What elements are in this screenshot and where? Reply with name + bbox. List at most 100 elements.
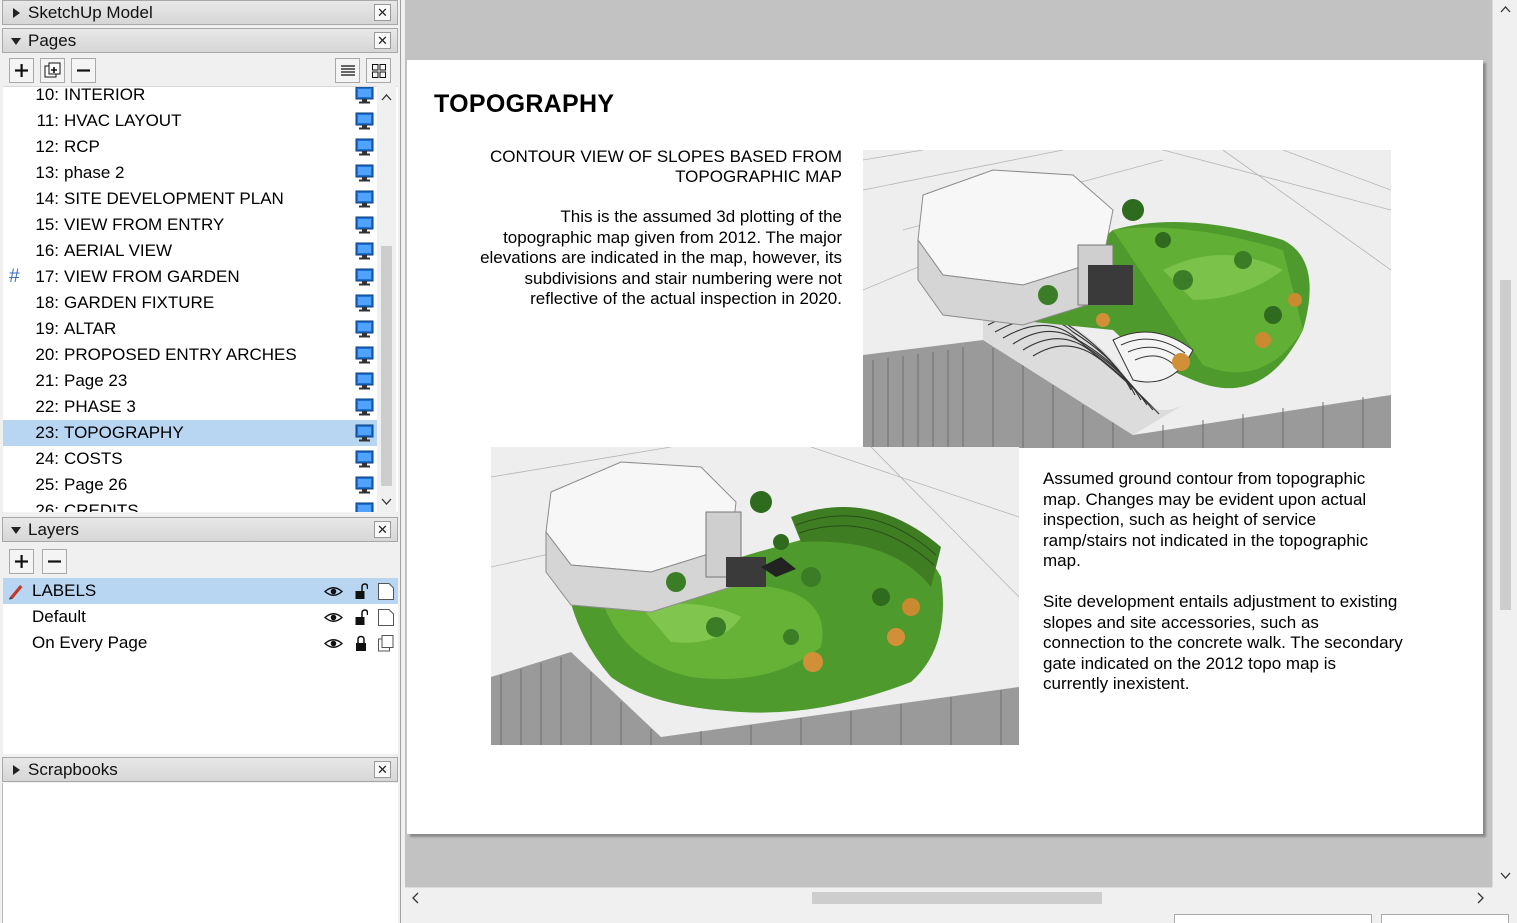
remove-layer-button[interactable] <box>42 549 67 574</box>
page-name: VIEW FROM ENTRY <box>64 215 225 234</box>
eye-icon[interactable] <box>324 634 343 653</box>
scene-monitor-icon[interactable] <box>355 398 374 416</box>
page-list-item[interactable]: 14: SITE DEVELOPMENT PLAN <box>3 186 377 212</box>
page-list-item[interactable]: 26: CREDITS <box>3 498 377 512</box>
add-layer-button[interactable] <box>9 549 34 574</box>
thumbnail-view-button[interactable] <box>366 58 391 83</box>
status-bar <box>401 907 1517 923</box>
scrapbooks-area <box>2 783 398 923</box>
update-page-icon <box>44 62 61 78</box>
page-number: 21: <box>35 371 59 390</box>
page-name: ALTAR <box>64 319 117 338</box>
scene-monitor-icon[interactable] <box>355 372 374 390</box>
scrapbooks-panel-header[interactable]: Scrapbooks ✕ <box>2 757 398 782</box>
eye-icon[interactable] <box>324 582 343 601</box>
pages-scrollbar[interactable] <box>377 86 396 512</box>
scene-monitor-icon[interactable] <box>355 294 374 312</box>
page-name: Page 23 <box>64 371 128 390</box>
page-icon[interactable] <box>376 582 395 601</box>
zoom-box[interactable] <box>1381 914 1509 923</box>
page-list-item[interactable]: 16: AERIAL VIEW <box>3 238 377 264</box>
page-list-item[interactable]: #17: VIEW FROM GARDEN <box>3 264 377 290</box>
layer-row-on-every-page[interactable]: On Every Page <box>3 630 398 656</box>
scene-monitor-icon[interactable] <box>355 242 374 260</box>
scene-monitor-icon[interactable] <box>355 138 374 156</box>
scene-monitor-icon[interactable] <box>355 268 374 286</box>
horizontal-scrollbar-graphic <box>412 892 1484 904</box>
page-name: RCP <box>64 137 100 156</box>
list-view-button[interactable] <box>335 58 360 83</box>
page-number: 10: <box>35 86 59 104</box>
page-number: 25: <box>35 475 59 494</box>
close-icon[interactable]: ✕ <box>374 761 391 778</box>
scene-monitor-icon[interactable] <box>355 424 374 442</box>
collapse-triangle-icon[interactable] <box>9 523 23 537</box>
scrollbar-graphic <box>381 94 392 505</box>
page-list-item[interactable]: 23: TOPOGRAPHY <box>3 420 377 446</box>
page-number: 18: <box>35 293 59 312</box>
layer-name: Default <box>32 607 86 626</box>
unlock-icon[interactable] <box>351 582 370 601</box>
plus-icon <box>15 555 28 568</box>
measurements-box[interactable] <box>1174 914 1372 923</box>
page-list-item[interactable]: 20: PROPOSED ENTRY ARCHES <box>3 342 377 368</box>
page-number: 17: <box>35 267 59 286</box>
layer-row-default[interactable]: Default <box>3 604 398 630</box>
update-page-button[interactable] <box>40 58 65 83</box>
right-description-text-1: Assumed ground contour from topographic … <box>1043 469 1369 571</box>
scene-monitor-icon[interactable] <box>355 86 374 104</box>
page-list-item[interactable]: 22: PHASE 3 <box>3 394 377 420</box>
pages-panel-header[interactable]: Pages ✕ <box>2 28 398 53</box>
document-viewport[interactable]: TOPOGRAPHY CONTOUR VIEW OF SLOPES BASED … <box>405 0 1492 887</box>
page-name: CREDITS <box>64 501 139 512</box>
layer-row-labels[interactable]: LABELS <box>3 578 398 604</box>
vertical-scrollbar[interactable] <box>1492 0 1517 887</box>
page-list-item[interactable]: 12: RCP <box>3 134 377 160</box>
page-name: VIEW FROM GARDEN <box>64 267 240 286</box>
scene-monitor-icon[interactable] <box>355 112 374 130</box>
page-number: 22: <box>35 397 59 416</box>
page-list-item[interactable]: 11: HVAC LAYOUT <box>3 108 377 134</box>
page-icon[interactable] <box>376 608 395 627</box>
remove-page-button[interactable] <box>71 58 96 83</box>
scene-monitor-icon[interactable] <box>355 476 374 494</box>
page-number: 15: <box>35 215 59 234</box>
close-icon[interactable]: ✕ <box>374 521 391 538</box>
scene-monitor-icon[interactable] <box>355 190 374 208</box>
close-icon[interactable]: ✕ <box>374 4 391 21</box>
minus-icon <box>48 560 61 563</box>
page-list-item[interactable]: 18: GARDEN FIXTURE <box>3 290 377 316</box>
scene-monitor-icon[interactable] <box>355 320 374 338</box>
page-sheet: TOPOGRAPHY CONTOUR VIEW OF SLOPES BASED … <box>407 60 1483 834</box>
scene-monitor-icon[interactable] <box>355 502 374 512</box>
collapse-triangle-icon[interactable] <box>9 34 23 48</box>
page-list-item[interactable]: 21: Page 23 <box>3 368 377 394</box>
sketchup-model-panel-header[interactable]: SketchUp Model ✕ <box>2 0 398 25</box>
page-list-item[interactable]: 25: Page 26 <box>3 472 377 498</box>
expand-triangle-icon[interactable] <box>9 6 23 20</box>
page-list-item[interactable]: 19: ALTAR <box>3 316 377 342</box>
page-list-item[interactable]: 10: INTERIOR <box>3 86 377 108</box>
lock-icon[interactable] <box>351 634 370 653</box>
page-title: TOPOGRAPHY <box>434 90 615 118</box>
scene-monitor-icon[interactable] <box>355 450 374 468</box>
scene-monitor-icon[interactable] <box>355 164 374 182</box>
unlock-icon[interactable] <box>351 608 370 627</box>
page-number: 23: <box>35 423 59 442</box>
right-description-text-2: Site development entails adjustment to e… <box>1043 592 1403 694</box>
page-list-item[interactable]: 13: phase 2 <box>3 160 377 186</box>
scene-monitor-icon[interactable] <box>355 216 374 234</box>
add-page-button[interactable] <box>9 58 34 83</box>
layer-name: On Every Page <box>32 633 148 652</box>
horizontal-scrollbar[interactable] <box>405 887 1492 907</box>
page-list-item[interactable]: 15: VIEW FROM ENTRY <box>3 212 377 238</box>
expand-triangle-icon[interactable] <box>9 763 23 777</box>
page-list-item[interactable]: 24: COSTS <box>3 446 377 472</box>
eye-icon[interactable] <box>324 608 343 627</box>
list-view-icon <box>340 64 355 76</box>
layers-panel-header[interactable]: Layers ✕ <box>2 517 398 542</box>
scene-monitor-icon[interactable] <box>355 346 374 364</box>
page-number: 13: <box>35 163 59 182</box>
close-icon[interactable]: ✕ <box>374 32 391 49</box>
stacked-pages-icon[interactable] <box>376 634 395 653</box>
